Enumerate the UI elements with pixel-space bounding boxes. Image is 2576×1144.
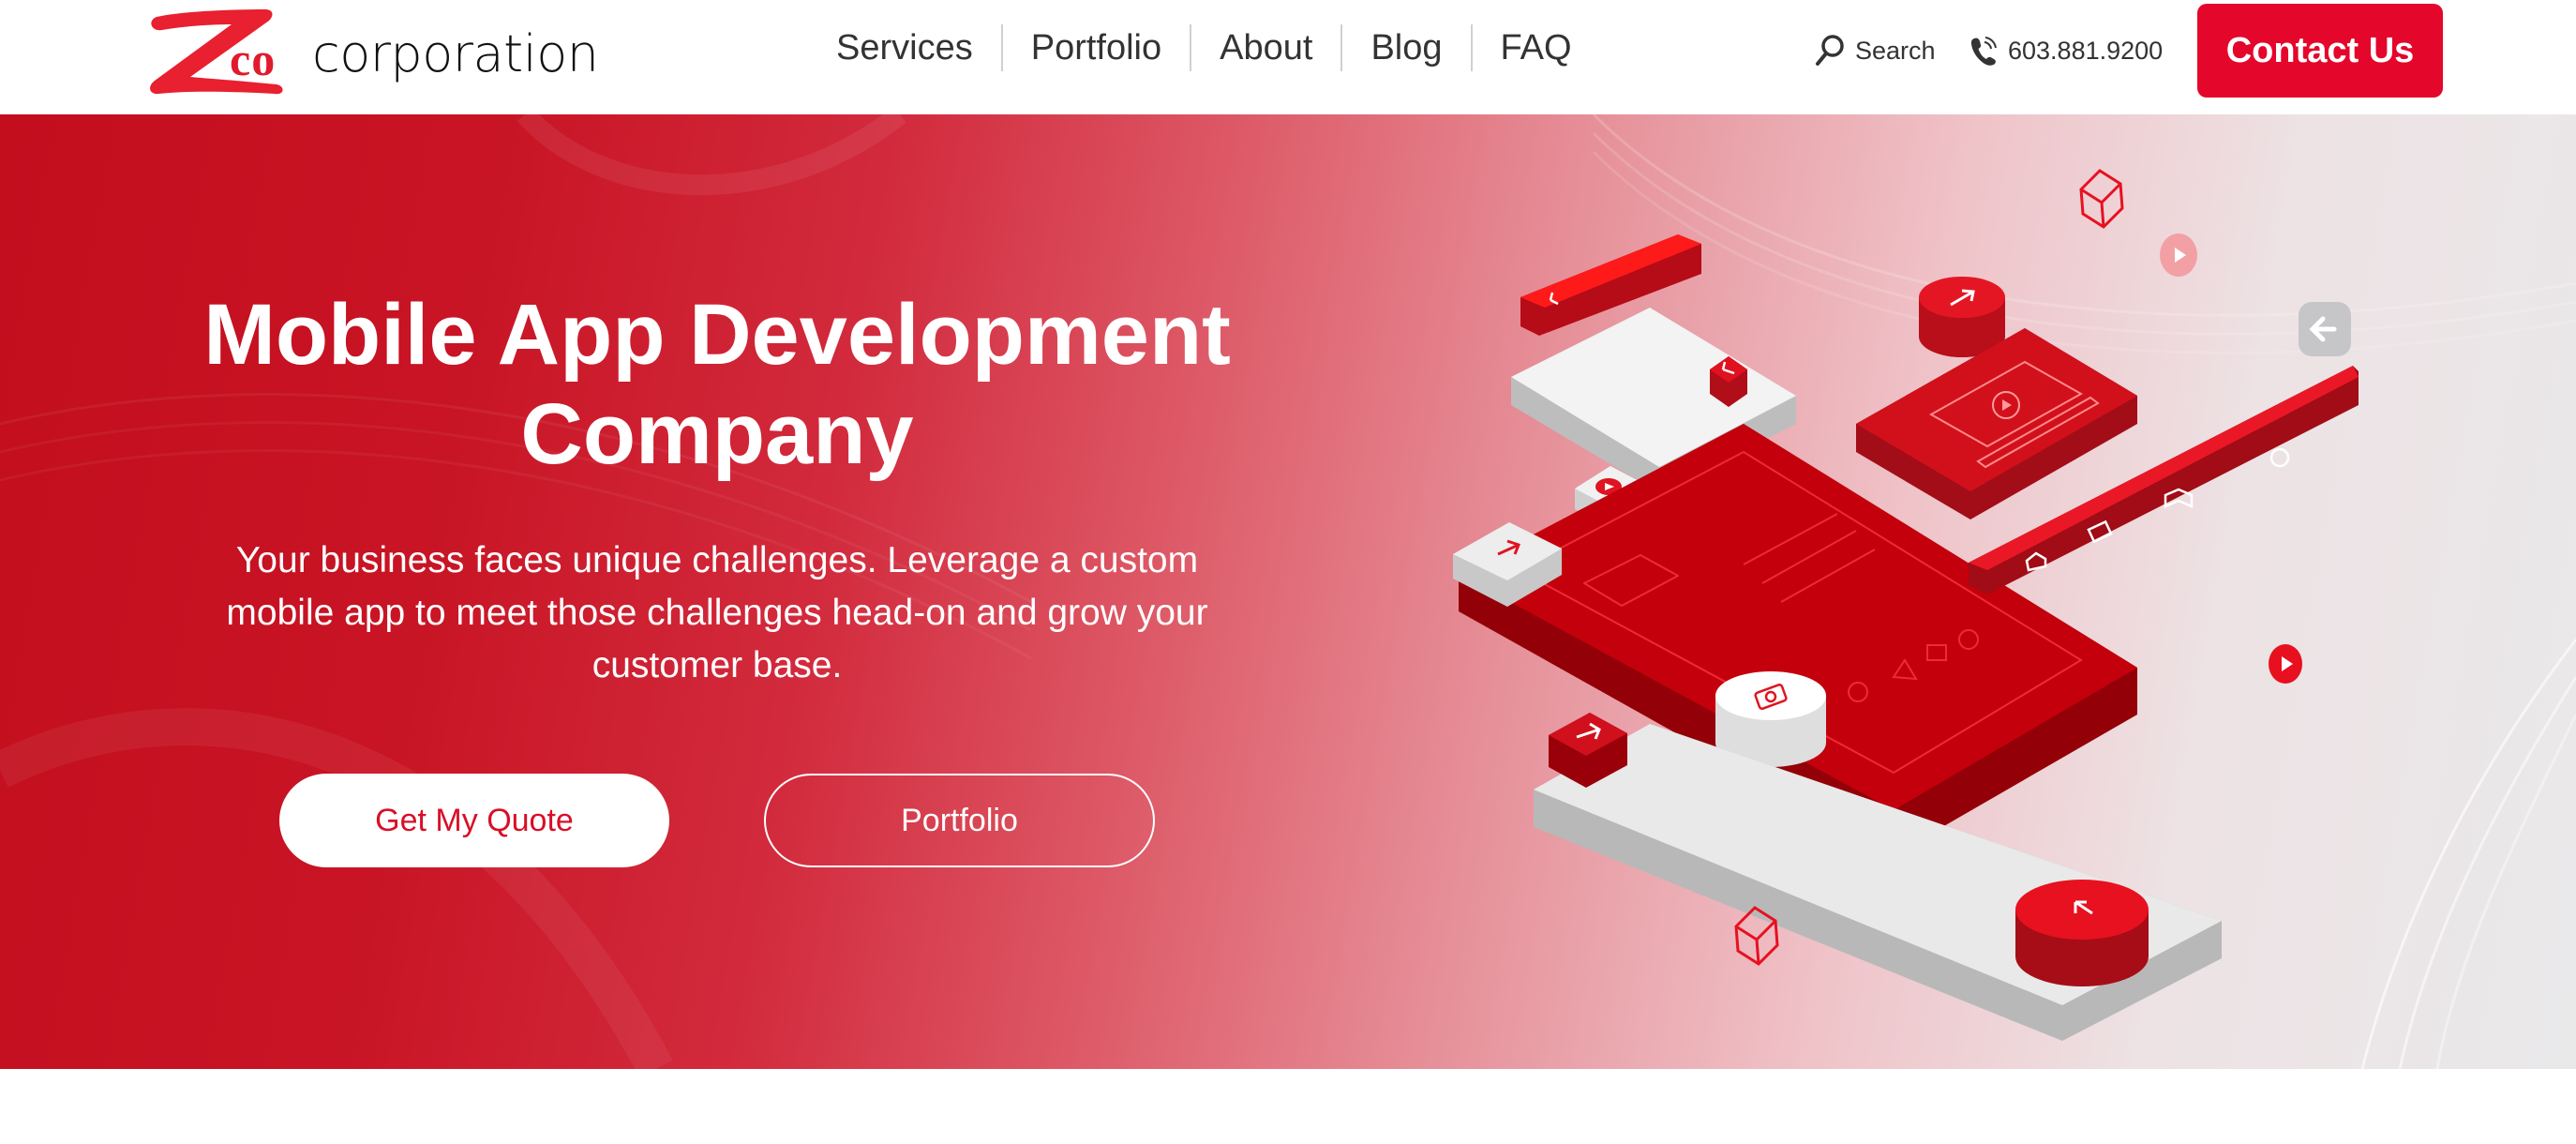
hero-title-line-2: Company	[520, 386, 914, 482]
search-label: Search	[1855, 36, 1936, 65]
arrow-cylinder	[2015, 880, 2149, 986]
phone-icon	[1970, 37, 1997, 66]
play-icon	[2160, 233, 2197, 277]
hero-title-line-1: Mobile App Development	[203, 287, 1231, 383]
gear-icon	[2269, 447, 2290, 468]
nav-portfolio[interactable]: Portfolio	[1003, 21, 1190, 75]
phone-number: 603.881.9200	[2008, 36, 2164, 65]
phone-link[interactable]: 603.881.9200	[1969, 28, 2163, 73]
logo[interactable]: co corporation	[145, 4, 599, 98]
logo-z-mark	[150, 9, 283, 95]
cube-outline-icon	[2079, 169, 2124, 229]
site-header: co corporation Services Portfolio About …	[0, 0, 2576, 114]
nav-about[interactable]: About	[1191, 21, 1340, 75]
logo-wordmark: corporation	[312, 24, 599, 83]
arrow-cylinder	[1919, 277, 2005, 357]
logo-co: co	[230, 33, 277, 85]
video-phone-tile	[1856, 328, 2137, 519]
nav-faq[interactable]: FAQ	[1473, 21, 1600, 75]
nav-blog[interactable]: Blog	[1342, 21, 1470, 75]
search-link[interactable]: Search	[1814, 28, 1936, 73]
arrow-bar-tile	[1520, 234, 1701, 336]
hero-illustration	[1453, 169, 2359, 1041]
play-icon	[2269, 644, 2302, 684]
main-nav: Services Portfolio About Blog FAQ	[808, 21, 1600, 75]
hero-title: Mobile App Development Company	[112, 285, 1322, 484]
get-my-quote-button[interactable]: Get My Quote	[279, 774, 669, 867]
hero-section: Mobile App Development Company Your busi…	[0, 114, 2576, 1069]
hero-description: Your business faces unique challenges. L…	[226, 540, 1208, 685]
contact-us-button[interactable]: Contact Us	[2197, 4, 2443, 98]
search-icon	[1816, 35, 1844, 66]
nav-services[interactable]: Services	[808, 21, 1001, 75]
portfolio-button[interactable]: Portfolio	[764, 774, 1155, 867]
back-arrow-icon	[2299, 302, 2351, 356]
